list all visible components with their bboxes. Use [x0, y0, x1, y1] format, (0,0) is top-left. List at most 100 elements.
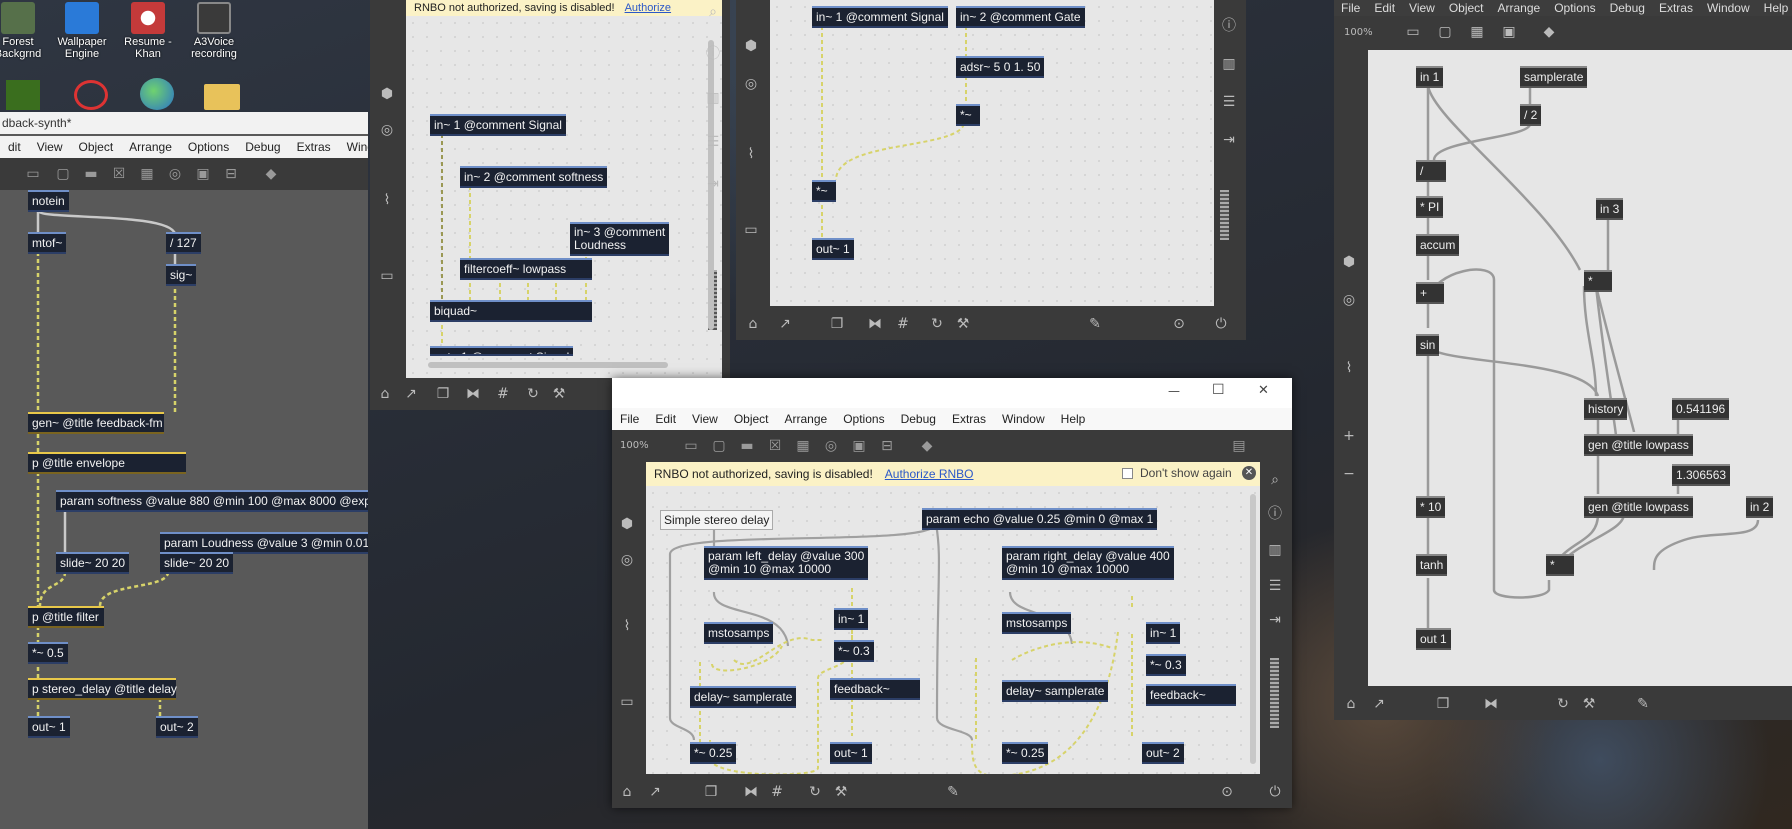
gen-in-1[interactable]: in 1 [1416, 66, 1444, 88]
delay-right[interactable]: delay~ samplerate [1002, 680, 1109, 702]
object-out-2[interactable]: out~ 2 [156, 716, 198, 738]
presentation-icon[interactable]: ↗ [646, 784, 664, 800]
comment-simple-stereo-delay[interactable]: Simple stereo delay [660, 510, 774, 530]
hide-icon[interactable]: ⧓ [464, 386, 482, 402]
copy-icon[interactable]: ❐ [1434, 696, 1452, 712]
hide-icon[interactable]: ⧓ [742, 784, 760, 800]
gen-divide[interactable]: / [1416, 160, 1446, 182]
in-1-left[interactable]: in~ 1 [834, 608, 869, 630]
param-echo[interactable]: param echo @value 0.25 @min 0 @max 1 [922, 508, 1158, 530]
object-sig[interactable]: sig~ [166, 264, 197, 286]
object-gen-feedback-fm[interactable]: gen~ @title feedback-fm [28, 412, 164, 434]
object-notein[interactable]: notein [28, 190, 69, 212]
object-filtercoeff[interactable]: filtercoeff~ lowpass [460, 258, 592, 280]
gen-in-2[interactable]: in 2 [1746, 496, 1774, 518]
desktop-icon-forest[interactable]: Forest Backgrnd [0, 2, 46, 60]
gen-sin[interactable]: sin [1416, 334, 1440, 356]
new-object-icon[interactable]: ✎ [944, 784, 962, 800]
lock-icon[interactable]: ⌂ [1342, 696, 1360, 712]
feedback-right[interactable]: feedback~ [1146, 684, 1236, 706]
object-in-signal[interactable]: in~ 1 @comment Signal [430, 114, 566, 136]
grid-icon[interactable]: # [768, 784, 786, 800]
app-icon[interactable] [140, 78, 174, 110]
object-mtof[interactable]: mtof~ [28, 232, 67, 254]
gen-lowpass-2[interactable]: gen @title lowpass [1584, 496, 1693, 518]
app-icon[interactable] [74, 80, 108, 110]
object-out-1[interactable]: out~ 1 [28, 716, 70, 738]
object-param-softness[interactable]: param softness @value 880 @min 100 @max … [56, 490, 368, 512]
gen-lowpass-1[interactable]: gen @title lowpass [1584, 434, 1693, 456]
audio-on-icon[interactable]: ⊙ [1218, 784, 1236, 800]
list-icon[interactable]: ☰ [704, 134, 722, 150]
lock-icon[interactable]: ⌂ [618, 784, 636, 800]
object-multiply-0-5[interactable]: *~ 0.5 [28, 642, 68, 664]
out-2[interactable]: out~ 2 [1142, 742, 1184, 764]
gen-number-1306563[interactable]: 1.306563 [1672, 464, 1731, 486]
copy-icon[interactable]: ❐ [434, 386, 452, 402]
multiply-03-right[interactable]: *~ 0.3 [1146, 654, 1186, 676]
desktop-icon-a3voice[interactable]: A3Voice recording [186, 2, 242, 60]
multiply-025-left[interactable]: *~ 0.25 [690, 742, 737, 764]
param-left-delay[interactable]: param left_delay @value 300 @min 10 @max… [704, 546, 869, 580]
grid-icon[interactable]: # [894, 316, 912, 332]
gen-add[interactable]: + [1416, 282, 1444, 304]
hide-icon[interactable]: ⧓ [1482, 696, 1500, 712]
out-1[interactable]: out~ 1 [830, 742, 872, 764]
list-icon[interactable]: ☰ [1220, 94, 1238, 110]
folder-icon[interactable] [204, 84, 240, 110]
object-out-signal[interactable]: out~ 1 @comment Signal [430, 346, 574, 356]
gen-in-3[interactable]: in 3 [1596, 198, 1624, 220]
power-icon[interactable]: ⏻ [1212, 316, 1230, 332]
book-icon[interactable]: ▥ [704, 90, 722, 106]
object-slide-1[interactable]: slide~ 20 20 [56, 552, 130, 574]
gen-number-0541196[interactable]: 0.541196 [1672, 398, 1730, 420]
refresh-icon[interactable]: ↻ [928, 316, 946, 332]
object-filter[interactable]: p @title filter [28, 606, 104, 628]
search-icon[interactable]: ⌕ [704, 4, 722, 20]
hammer-icon[interactable]: ⚒ [550, 386, 568, 402]
object-divide[interactable]: / 127 [166, 232, 201, 254]
copy-icon[interactable]: ❐ [702, 784, 720, 800]
gen-out-1[interactable]: out 1 [1416, 628, 1451, 650]
info-icon[interactable]: ⓘ [704, 46, 722, 62]
gen-multiply-10[interactable]: * 10 [1416, 496, 1446, 518]
mstosamps-left[interactable]: mstosamps [704, 622, 774, 644]
lock-icon[interactable]: ⌂ [376, 386, 394, 402]
gen-tanh[interactable]: tanh [1416, 554, 1448, 576]
object-multiply-2[interactable]: *~ [812, 180, 836, 202]
feedback-left[interactable]: feedback~ [830, 678, 920, 700]
audio-on-icon[interactable]: ⊙ [1170, 316, 1188, 332]
export-icon[interactable]: ⇥ [704, 176, 722, 192]
object-in-softness[interactable]: in~ 2 @comment softness [460, 166, 608, 188]
hide-icon[interactable]: ⧓ [866, 316, 884, 332]
gen-multiply-1[interactable]: * [1584, 270, 1612, 292]
lock-icon[interactable]: ⌂ [744, 316, 762, 332]
object-adsr[interactable]: adsr~ 5 0 1. 50 [956, 56, 1045, 78]
gen-multiply-2[interactable]: * [1546, 554, 1574, 576]
gen-accum[interactable]: accum [1416, 234, 1460, 256]
delay-left[interactable]: delay~ samplerate [690, 686, 797, 708]
gen-divide-2[interactable]: / 2 [1520, 104, 1542, 126]
presentation-icon[interactable]: ↗ [402, 386, 420, 402]
new-object-icon[interactable]: ✎ [1634, 696, 1652, 712]
multiply-025-right[interactable]: *~ 0.25 [1002, 742, 1049, 764]
object-param-loudness[interactable]: param Loudness @value 3 @min 0.01 @max 1… [160, 532, 368, 554]
object-in-signal[interactable]: in~ 1 @comment Signal [812, 6, 948, 28]
hammer-icon[interactable]: ⚒ [954, 316, 972, 332]
object-slide-2[interactable]: slide~ 20 20 [160, 552, 234, 574]
nvidia-icon[interactable] [6, 80, 40, 110]
object-stereo-delay[interactable]: p stereo_delay @title delay [28, 678, 177, 700]
gen-history[interactable]: history [1584, 398, 1628, 420]
refresh-icon[interactable]: ↻ [524, 386, 542, 402]
gen-samplerate[interactable]: samplerate [1520, 66, 1588, 88]
hammer-icon[interactable]: ⚒ [1580, 696, 1598, 712]
desktop-icon-wallpaper-engine[interactable]: Wallpaper Engine [54, 2, 110, 60]
multiply-03-left[interactable]: *~ 0.3 [834, 640, 874, 662]
presentation-icon[interactable]: ↗ [776, 316, 794, 332]
refresh-icon[interactable]: ↻ [806, 784, 824, 800]
refresh-icon[interactable]: ↻ [1554, 696, 1572, 712]
power-icon[interactable]: ⏻ [1266, 784, 1284, 800]
object-in-loudness[interactable]: in~ 3 @comment Loudness [570, 222, 670, 256]
object-out-1[interactable]: out~ 1 [812, 238, 854, 260]
object-envelope[interactable]: p @title envelope [28, 452, 186, 474]
